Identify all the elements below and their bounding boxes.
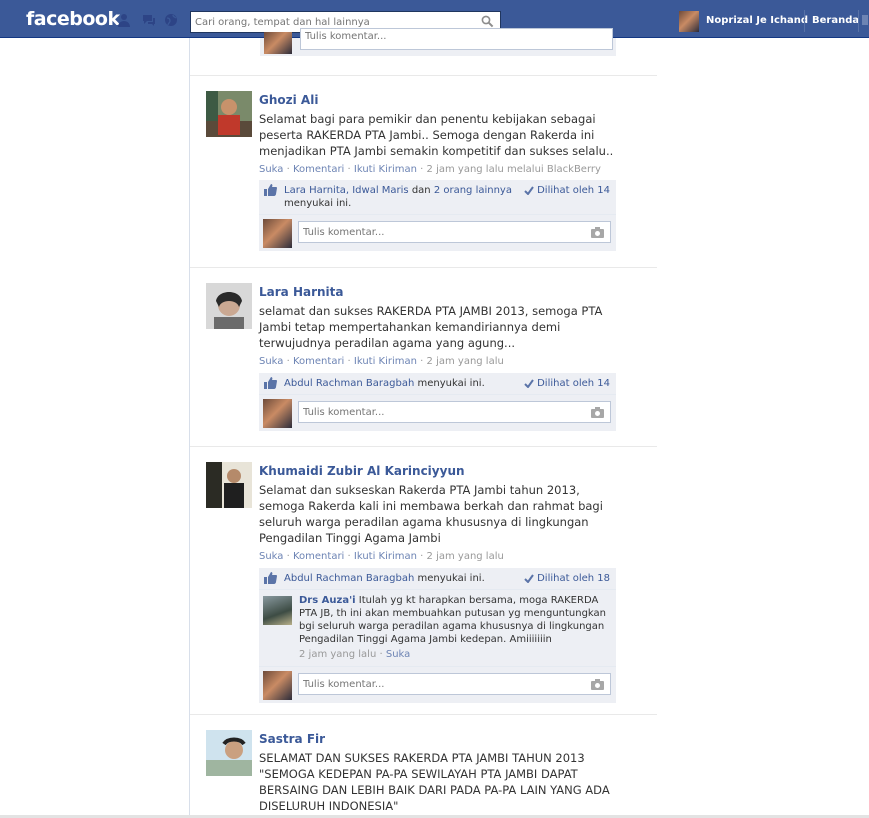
comment-input[interactable] xyxy=(303,223,563,241)
post-divider xyxy=(190,75,657,76)
author-avatar[interactable] xyxy=(206,283,252,329)
notifications-globe-icon[interactable] xyxy=(164,13,178,27)
write-comment-row xyxy=(259,395,616,431)
like-link[interactable]: Suka xyxy=(259,164,283,175)
post-timestamp: 2 jam yang lalu melalui BlackBerry xyxy=(426,164,601,175)
likes-sentence: Lara Harnita, Idwal Maris dan 2 orang la… xyxy=(259,180,616,215)
comment-avatar xyxy=(263,399,292,428)
post-text: Selamat bagi para pemikir dan penentu ke… xyxy=(259,112,614,158)
post-timestamp: 2 jam yang lalu xyxy=(426,356,504,367)
comment-avatar xyxy=(264,32,292,54)
thumbs-up-icon xyxy=(264,184,277,196)
write-comment-row xyxy=(259,667,616,703)
follow-post-link[interactable]: Ikuti Kiriman xyxy=(354,356,417,367)
checkmark-icon xyxy=(524,185,534,196)
commenter-avatar[interactable] xyxy=(263,596,292,625)
messages-icon[interactable] xyxy=(142,13,156,27)
post-timestamp: 2 jam yang lalu xyxy=(426,551,504,562)
post-actions: Suka · Komentari · Ikuti Kiriman · 2 jam… xyxy=(259,551,504,562)
friend-requests-icon[interactable] xyxy=(117,13,131,27)
comment-like-link[interactable]: Suka xyxy=(386,649,410,660)
comment-text: Drs Auza'i Itulah yg kt harapkan bersama… xyxy=(299,594,610,646)
feedback-box: Abdul Rachman Baragbah menyukai ini. Dil… xyxy=(259,568,616,703)
comment-input[interactable] xyxy=(303,675,563,693)
seen-by-count: Dilihat oleh 14 xyxy=(537,185,610,196)
home-link[interactable]: Beranda xyxy=(812,15,859,26)
post-text: SELAMAT DAN SUKSES RAKERDA PTA JAMBI TAH… xyxy=(259,751,610,813)
likers-link[interactable]: Abdul Rachman Baragbah xyxy=(284,573,414,584)
likes-sentence: Abdul Rachman Baragbah menyukai ini. Dil… xyxy=(259,568,616,590)
camera-icon[interactable] xyxy=(591,407,604,418)
comment-timestamp: 2 jam yang lalu xyxy=(299,649,377,660)
like-link[interactable]: Suka xyxy=(259,356,283,367)
thumbs-up-icon xyxy=(264,377,277,389)
comment-meta: 2 jam yang lalu · Suka xyxy=(299,649,411,660)
comment: Drs Auza'i Itulah yg kt harapkan bersama… xyxy=(259,590,616,667)
search-icon[interactable] xyxy=(481,15,494,28)
other-likers-link[interactable]: 2 orang lainnya xyxy=(434,185,512,196)
comment-box[interactable] xyxy=(298,221,611,243)
likes-sentence: Abdul Rachman Baragbah menyukai ini. Dil… xyxy=(259,373,616,395)
checkmark-icon xyxy=(524,573,534,584)
author-avatar[interactable] xyxy=(206,91,252,137)
facebook-logo[interactable]: facebook xyxy=(26,8,120,30)
seen-by[interactable]: Dilihat oleh 18 xyxy=(524,572,610,585)
write-comment-row xyxy=(259,215,616,251)
seen-by-count: Dilihat oleh 18 xyxy=(537,573,610,584)
camera-icon[interactable] xyxy=(591,679,604,690)
comment-input[interactable] xyxy=(305,27,565,46)
comment-box[interactable] xyxy=(298,673,611,695)
seen-by[interactable]: Dilihat oleh 14 xyxy=(524,377,610,390)
follow-post-link[interactable]: Ikuti Kiriman xyxy=(354,551,417,562)
comment-box[interactable] xyxy=(300,27,613,50)
post-text: selamat dan sukses RAKERDA PTA JAMBI 201… xyxy=(259,304,603,350)
post-divider xyxy=(190,267,657,268)
seen-by-count: Dilihat oleh 14 xyxy=(537,378,610,389)
comment-link[interactable]: Komentari xyxy=(293,164,344,175)
like-link[interactable]: Suka xyxy=(259,551,283,562)
camera-icon[interactable] xyxy=(591,227,604,238)
author-avatar[interactable] xyxy=(206,462,252,508)
feedback-box: Lara Harnita, Idwal Maris dan 2 orang la… xyxy=(259,180,616,251)
nav-divider xyxy=(804,10,805,32)
post-actions: Suka · Komentari · Ikuti Kiriman · 2 jam… xyxy=(259,164,601,175)
user-avatar[interactable] xyxy=(679,11,699,32)
comment-avatar xyxy=(263,671,292,700)
comment-avatar xyxy=(263,219,292,248)
likes-suffix: menyukai ini. xyxy=(414,573,485,584)
comment-box[interactable] xyxy=(298,401,611,423)
feedback-box: Abdul Rachman Baragbah menyukai ini. Dil… xyxy=(259,373,616,431)
news-feed: Ghozi Ali Selamat bagi para pemikir dan … xyxy=(189,27,657,818)
likers-link[interactable]: Lara Harnita, Idwal Maris xyxy=(284,185,409,196)
previous-post-comment-fragment xyxy=(260,27,616,56)
author-name[interactable]: Lara Harnita xyxy=(259,285,344,299)
follow-post-link[interactable]: Ikuti Kiriman xyxy=(354,164,417,175)
post-actions: Suka · Komentari · Ikuti Kiriman · 2 jam… xyxy=(259,356,504,367)
author-name[interactable]: Ghozi Ali xyxy=(259,93,318,107)
comment-input[interactable] xyxy=(303,403,563,421)
comment-link[interactable]: Komentari xyxy=(293,356,344,367)
likes-suffix: menyukai ini. xyxy=(414,378,485,389)
nav-divider xyxy=(858,10,859,32)
likers-link[interactable]: Abdul Rachman Baragbah xyxy=(284,378,414,389)
post-text: Selamat dan sukseskan Rakerda PTA Jambi … xyxy=(259,483,603,545)
likes-suffix: menyukai ini. xyxy=(284,198,352,209)
author-name[interactable]: Sastra Fir xyxy=(259,732,325,746)
author-avatar[interactable] xyxy=(206,730,252,776)
likes-conjunction: dan xyxy=(408,185,434,196)
checkmark-icon xyxy=(524,378,534,389)
post-divider xyxy=(190,714,657,715)
author-name[interactable]: Khumaidi Zubir Al Karinciyyun xyxy=(259,464,465,478)
seen-by[interactable]: Dilihat oleh 14 xyxy=(524,184,610,197)
comment-link[interactable]: Komentari xyxy=(293,551,344,562)
commenter-name[interactable]: Drs Auza'i xyxy=(299,595,356,606)
user-profile-link[interactable]: Noprizal Je Ichand xyxy=(706,15,808,26)
thumbs-up-icon xyxy=(264,572,277,584)
nav-overflow[interactable] xyxy=(862,15,868,25)
post-divider xyxy=(190,446,657,447)
